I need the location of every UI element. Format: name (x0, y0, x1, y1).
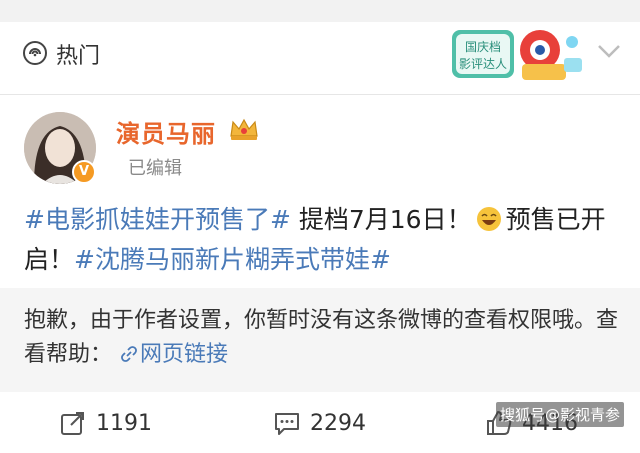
notice-text-block: 抱歉，由于作者设置，你暂时没有这条微博的查看权限哦。查看帮助： 网页链接 (24, 304, 624, 372)
top-gap (0, 0, 640, 22)
web-link[interactable]: 网页链接 (140, 342, 228, 367)
badge-line2: 影评达人 (459, 57, 507, 71)
author-name[interactable]: 演员马丽 (116, 114, 216, 149)
comment-button[interactable]: 2294 (272, 408, 366, 438)
laughing-emoji-icon (476, 207, 501, 231)
hot-header: 热门 国庆档 影评达人 (0, 22, 640, 86)
movie-critic-badge-icon: 国庆档 影评达人 (452, 30, 582, 80)
chevron-down-icon[interactable] (596, 42, 622, 60)
post-text-segment: 提档7月16日！ (290, 205, 472, 234)
notice-message: 抱歉，由于作者设置，你暂时没有这条微博的查看权限哦。查看帮助： (24, 308, 619, 367)
link-icon (121, 346, 137, 362)
edited-label: 已编辑 (128, 158, 182, 179)
crown-icon (230, 118, 258, 140)
weibo-card: 热门 国庆档 影评达人 V 演员马丽 已编辑 #电影抓娃娃开预售了# 提档7月1… (0, 22, 640, 453)
hashtag-link[interactable]: #电影抓娃娃开预售了# (24, 205, 291, 234)
repost-button[interactable]: 1191 (58, 408, 152, 438)
repost-icon (61, 412, 84, 435)
post-text: #电影抓娃娃开预售了# 提档7月16日！ 预售已开启！#沈腾马丽新片糊弄式带娃# (24, 200, 624, 280)
repost-count: 1191 (96, 410, 152, 436)
comment-icon (275, 413, 299, 435)
permission-notice: 抱歉，由于作者设置，你暂时没有这条微博的查看权限哦。查看帮助： 网页链接 (0, 288, 640, 392)
badge-line1: 国庆档 (465, 40, 501, 54)
comment-count: 2294 (310, 410, 366, 436)
hot-label[interactable]: 热门 (56, 38, 100, 70)
watermark: 搜狐号@影视青参 (496, 402, 625, 427)
hot-icon (23, 41, 47, 65)
divider (0, 94, 640, 95)
verified-badge-icon: V (72, 160, 96, 184)
hashtag-link[interactable]: #沈腾马丽新片糊弄式带娃# (74, 245, 391, 274)
